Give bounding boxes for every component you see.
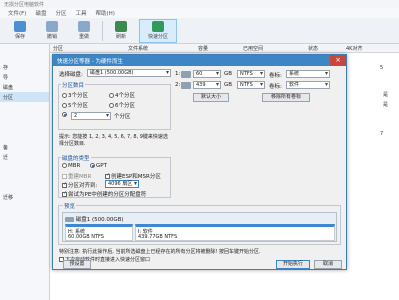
col-4k[interactable]: 4K对齐 (343, 44, 383, 52)
sidebar-item[interactable]: 分区 (0, 92, 49, 102)
cancel-button[interactable]: 取消 (314, 260, 342, 269)
radio-icon (62, 112, 67, 117)
menu-partition[interactable]: 分区 (55, 9, 66, 17)
preview-partition-2: I: 软件 439.77GB NTFS (135, 224, 335, 241)
menu-disk[interactable]: 磁盘 (35, 9, 46, 17)
grid-cell: 是 (383, 92, 389, 98)
col-used[interactable]: 已用空间 (240, 44, 305, 52)
custom-count-suffix: 个分区 (114, 114, 131, 120)
redo-button[interactable]: 重做 (70, 19, 98, 43)
sidebar-item[interactable]: 磁盘 (0, 82, 49, 92)
grid-cell: 7 (380, 131, 384, 137)
partition-2-fs[interactable]: NTFS (237, 81, 265, 89)
hint-text: 提示: 您能按 1, 2, 3, 4, 5, 6, 7, 8, 9键来快速选择分… (59, 134, 168, 147)
menu-help[interactable]: 帮助(H) (96, 9, 115, 17)
custom-count-select[interactable]: 2 (71, 112, 111, 120)
refresh-button[interactable]: 刷新 (107, 19, 135, 43)
sidebar: 存 导 磁盘 分区 备 迁 迁移 (0, 44, 50, 300)
save-button[interactable]: 保存 (6, 19, 34, 43)
partition-2-label[interactable]: 软件 (286, 81, 330, 89)
sidebar-item[interactable]: 存 (0, 62, 49, 72)
checkbox-assign-letter[interactable]: 尝试为PE中创建的分区分配盘符 (62, 190, 146, 198)
radio-icon (62, 103, 67, 108)
partition-1-fs[interactable]: NTFS (237, 70, 265, 78)
partition-2-size[interactable]: 439 (193, 81, 221, 89)
sidebar-item[interactable]: 迁移 (0, 192, 49, 202)
col-filesystem[interactable]: 文件系统 (125, 44, 195, 52)
refresh-icon (115, 21, 127, 32)
partition-1-size[interactable]: 60 (193, 70, 221, 78)
grid-cell: 5 (380, 65, 384, 71)
partition-1-label-caption: 卷标: (269, 73, 282, 79)
menu-file[interactable]: 文件(F) (8, 9, 26, 17)
quick-partition-button[interactable]: 快速分区 (139, 18, 177, 43)
checkbox-rebuild-mbr[interactable]: 重建MBR (62, 172, 91, 180)
radio-icon (109, 93, 114, 98)
dialog-titlebar: 快速分区等器 - 为硬件而生 × (53, 55, 346, 66)
checkbox-create-esp[interactable]: 创建ESP和MSR分区 (105, 172, 161, 180)
partition-row-number: 1: (175, 71, 181, 77)
radio-icon (109, 103, 114, 108)
grid-cell: 是 (383, 102, 389, 108)
quick-partition-dialog: 快速分区等器 - 为硬件而生 × 选择磁盘: 磁盘1 (500.00GB) 分区… (52, 54, 347, 270)
checkbox-icon (62, 190, 67, 197)
partition-row-number: 2: (175, 82, 181, 88)
preview-partition-1: H: 系统 60.00GB NTFS (65, 224, 133, 241)
disk-type-label: 磁盘的类型 (61, 154, 91, 162)
quick-partition-icon (152, 21, 164, 32)
undo-icon (46, 21, 58, 32)
partition-2-unit: GB (224, 82, 233, 88)
disk-icon (65, 217, 74, 222)
radio-3-partitions[interactable]: 3个分区 (62, 91, 88, 99)
menu-tools[interactable]: 工具 (76, 9, 87, 17)
radio-icon (62, 163, 67, 168)
grid-header: 分区 文件系统 容量 已用空间 状态 4K对齐 (50, 44, 399, 53)
partition-2-label-caption: 卷标: (269, 84, 282, 90)
checkbox-icon (62, 181, 67, 188)
partition-count-label: 分区数目 (61, 81, 86, 89)
radio-gpt[interactable]: GPT (90, 163, 107, 169)
partition-1-label[interactable]: 系统 (286, 70, 330, 78)
radio-5-partitions[interactable]: 5个分区 (62, 101, 88, 109)
dialog-title: 快速分区等器 - 为硬件而生 (57, 59, 123, 65)
align-select[interactable]: 4096 扇区 (105, 180, 139, 188)
start-button[interactable]: 开始执行 (276, 260, 310, 269)
disk-preview-title: 磁盘1 (500.00GB) (65, 215, 124, 223)
col-partition[interactable]: 分区 (50, 44, 125, 52)
disk-select[interactable]: 磁盘1 (500.00GB) (87, 69, 171, 77)
toolbar: 保存 撤销 重做 刷新 快速分区 (0, 18, 399, 44)
partition-1-unit: GB (224, 71, 233, 77)
radio-icon (62, 93, 67, 98)
toolbar-separator (102, 20, 103, 41)
disk-preview-bar: 磁盘1 (500.00GB) H: 系统 60.00GB NTFS I: 软件 … (62, 212, 337, 242)
default-size-button[interactable]: 默认大小 (193, 93, 229, 102)
menubar: 文件(F) 磁盘 分区 工具 帮助(H) (0, 8, 399, 18)
sidebar-item[interactable]: 迁 (0, 152, 49, 162)
app-titlebar: 无损分区电脑软件 (0, 0, 399, 8)
sidebar-item[interactable]: 备 (0, 142, 49, 152)
save-icon (14, 21, 26, 32)
checkbox-icon (62, 174, 67, 179)
radio-custom-count[interactable] (62, 112, 68, 118)
preset-button[interactable]: 预设置 (63, 260, 91, 269)
disk-icon (181, 71, 191, 78)
checkbox-icon (105, 172, 110, 179)
radio-icon (90, 163, 95, 168)
preview-label: 预览 (63, 202, 77, 210)
col-capacity[interactable]: 容量 (195, 44, 240, 52)
col-status[interactable]: 状态 (305, 44, 343, 52)
radio-4-partitions[interactable]: 4个分区 (109, 91, 135, 99)
undo-button[interactable]: 撤销 (38, 19, 66, 43)
select-disk-label: 选择磁盘: (59, 72, 83, 78)
redo-icon (78, 21, 90, 32)
checkbox-align[interactable]: 分区对齐到: (62, 181, 97, 189)
warning-note: 特别注意: 执行此操作后, 当前所选磁盘上已经存在的所有分区将被删除! 按回车键… (59, 249, 261, 255)
disk-icon (181, 82, 191, 89)
radio-mbr[interactable]: MBR (62, 163, 80, 169)
radio-6-partitions[interactable]: 6个分区 (109, 101, 135, 109)
sidebar-item[interactable]: 导 (0, 72, 49, 82)
close-button[interactable]: × (330, 55, 346, 66)
remove-all-labels-button[interactable]: 移除所有卷标 (262, 93, 310, 102)
